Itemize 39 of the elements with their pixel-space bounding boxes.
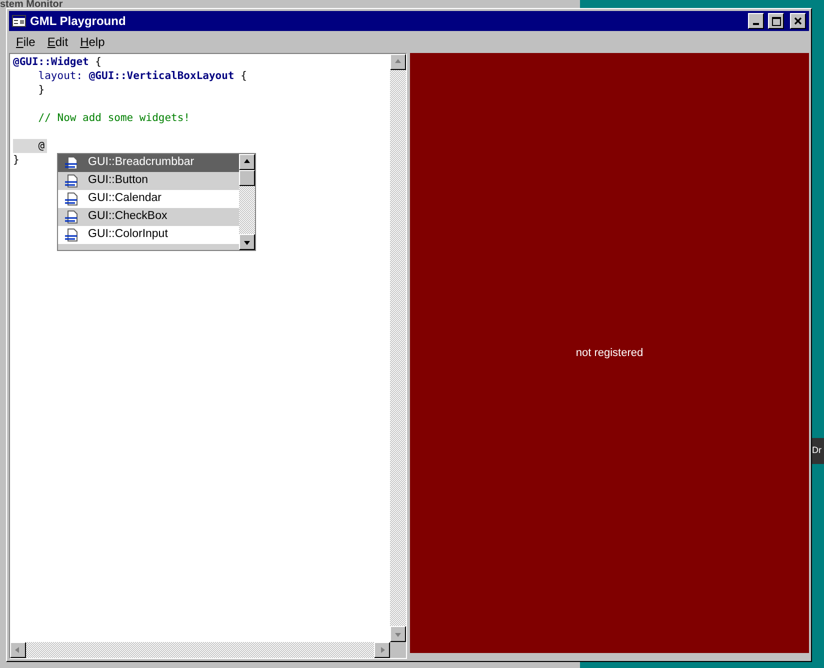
scroll-left-button[interactable] [10, 642, 26, 658]
popup-scrollbar[interactable] [239, 154, 255, 250]
maximize-button[interactable] [768, 13, 784, 29]
scroll-up-button[interactable] [390, 54, 406, 70]
left-arrow-icon [14, 646, 22, 654]
text-document-icon [64, 174, 80, 188]
down-arrow-icon [394, 630, 402, 638]
suggestion-item[interactable]: GUI::Button [58, 172, 239, 190]
close-button[interactable] [790, 13, 806, 29]
window-title: stem Monitor [0, 0, 63, 10]
scroll-right-button[interactable] [374, 642, 390, 658]
scrollbar-corner [390, 642, 406, 658]
scroll-up-button[interactable] [239, 154, 255, 170]
horizontal-scrollbar[interactable] [10, 642, 390, 658]
vertical-scrollbar[interactable] [390, 54, 406, 642]
preview-message: not registered [576, 346, 644, 361]
text-document-icon [64, 210, 80, 224]
maximize-icon [772, 16, 780, 26]
scroll-thumb[interactable] [239, 170, 255, 186]
menu-item[interactable]: Help [75, 33, 110, 51]
close-icon [794, 17, 802, 25]
menu-item[interactable]: File [11, 33, 40, 51]
app-icon [12, 15, 26, 27]
down-arrow-icon [243, 238, 251, 246]
suggestion-item[interactable]: GUI::Breadcrumbbar [58, 154, 239, 172]
up-arrow-icon [243, 158, 251, 166]
minimize-button[interactable] [748, 13, 764, 29]
text-document-icon [64, 192, 80, 206]
code-editor[interactable]: @GUI::Widget { layout: @GUI::VerticalBoxLayout { } // Now add some widgets! @ } GUI::Breadcrumbbar GUI::Button GUI::Calendar GUI::CheckBox GUI::ColorInput [9, 53, 407, 659]
text-document-icon [64, 156, 80, 170]
up-arrow-icon [394, 58, 402, 66]
suggestion-item[interactable]: GUI::CheckBox [58, 208, 239, 226]
scroll-down-button[interactable] [239, 234, 255, 250]
right-arrow-icon [378, 646, 386, 654]
panel-text: Dr [812, 444, 822, 458]
scroll-down-button[interactable] [390, 626, 406, 642]
text-document-icon [64, 228, 80, 242]
window-title: GML Playground [30, 13, 127, 30]
menu-item[interactable]: Edit [42, 33, 74, 51]
